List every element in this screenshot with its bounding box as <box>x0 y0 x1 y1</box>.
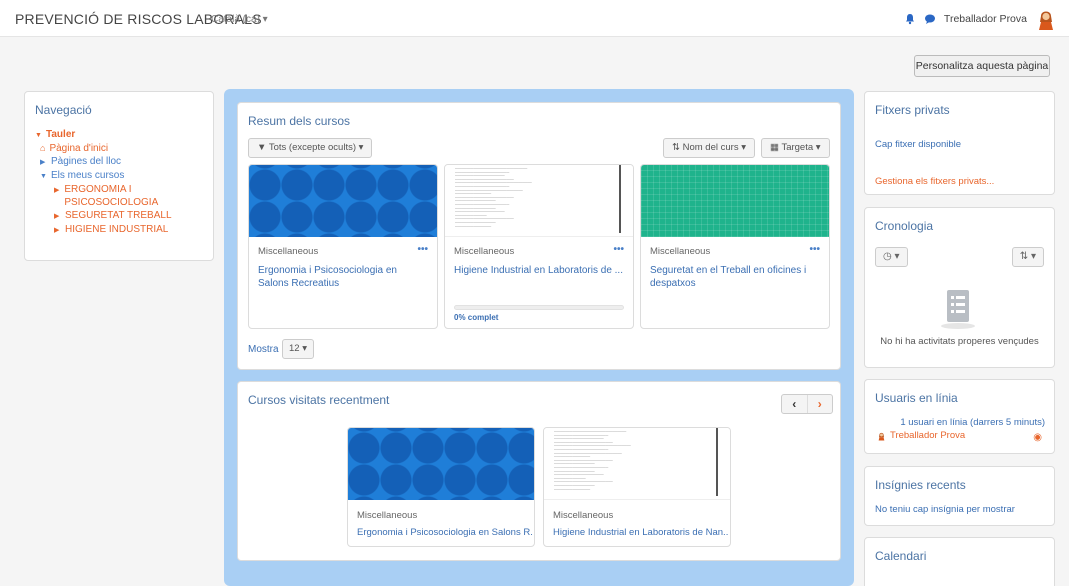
course-name-link[interactable]: Higiene Industrial en Laboratoris de Nan… <box>553 527 729 538</box>
username[interactable]: Treballador Prova <box>944 13 1027 25</box>
course-card[interactable]: ──────────────────────────────── ────────… <box>444 164 634 329</box>
filter-icon: ▼ <box>257 142 267 153</box>
online-user-item[interactable]: Treballador Prova <box>877 430 965 441</box>
more-options-icon[interactable]: ••• <box>613 244 624 255</box>
recent-courses-title: Cursos visitats recentment <box>248 393 390 407</box>
top-navbar: PREVENCIÓ DE RISCOS LABORALS Català (ca)… <box>0 0 1069 37</box>
recent-course-card[interactable]: ──────────────────────────────── ────────… <box>543 427 731 547</box>
timeline-empty-text: No hi ha activitats properes vençudes <box>880 336 1039 347</box>
course-name-link[interactable]: Higiene Industrial en Laboratoris de ... <box>454 264 624 277</box>
online-users-block: Usuaris en línia 1 usuari en línia (darr… <box>864 379 1055 454</box>
caret-right-icon: ▶ <box>40 159 46 166</box>
calendar-block: Calendari <box>864 537 1055 586</box>
course-overview-block: Resum dels cursos ▼ Tots (excepte ocults… <box>237 102 841 370</box>
calendar-title: Calendari <box>875 549 927 563</box>
caret-right-icon: ▶ <box>54 213 60 220</box>
nav-course-seguretat[interactable]: ▶ SEGURETAT TREBALL <box>35 209 213 223</box>
navigation-title: Navegació <box>35 103 92 117</box>
document-thumbnail: ──────────────────────────────── ────────… <box>455 166 532 228</box>
navigation-block: Navegació ▼ Tauler ⌂ Pàgina d'inici ▶ Pàgin… <box>24 91 214 261</box>
recent-courses-block: Cursos visitats recentment ‹ › Miscellan… <box>237 381 841 561</box>
user-menu-area: Treballador Prova <box>904 6 1057 32</box>
course-image[interactable]: ──────────────────────────────── ────────… <box>544 428 730 500</box>
timeline-title: Cronologia <box>875 219 934 233</box>
document-thumbnail: ──────────────────────────────── ────────… <box>554 429 631 491</box>
timeline-filter-dropdown[interactable]: ◷ ▾ <box>875 247 908 267</box>
navigation-tree: ▼ Tauler ⌂ Pàgina d'inici ▶ Pàgines del llo… <box>35 128 213 237</box>
nav-course-higiene[interactable]: ▶ HIGIENE INDUSTRIAL <box>35 223 213 237</box>
timeline-block: Cronologia ◷ ▾ ⇅ ▾ No hi ha activitats p… <box>864 207 1055 368</box>
messages-chat-icon[interactable] <box>924 13 936 25</box>
course-category: Miscellaneous <box>357 510 418 521</box>
clock-icon: ◷ <box>883 251 892 262</box>
recent-course-card[interactable]: Miscellaneous Ergonomia i Psicosociologi… <box>347 427 535 547</box>
nav-my-courses[interactable]: ▼ Els meus cursos <box>35 169 213 183</box>
no-files-text: Cap fitxer disponible <box>875 139 962 150</box>
notifications-bell-icon[interactable] <box>904 13 916 25</box>
course-card[interactable]: Miscellaneous ••• Ergonomia i Psicosocio… <box>248 164 438 329</box>
grid-icon: ▦ <box>770 142 779 153</box>
home-icon: ⌂ <box>40 143 46 153</box>
online-users-count: 1 usuari en línia (darrers 5 minuts) <box>900 417 1045 428</box>
more-options-icon[interactable]: ••• <box>417 244 428 255</box>
language-selector[interactable]: Català (ca) ▾ <box>211 14 268 25</box>
caret-right-icon: ▶ <box>54 187 60 194</box>
caret-down-icon: ▼ <box>35 132 42 139</box>
user-avatar-icon[interactable] <box>1035 7 1057 31</box>
no-badges-text: No teniu cap insígnia per mostrar <box>875 504 1015 515</box>
empty-list-icon <box>941 290 975 329</box>
customize-page-button[interactable]: Personalitza aquesta pàgina <box>914 55 1050 77</box>
course-category: Miscellaneous <box>553 510 614 521</box>
nav-site-pages[interactable]: ▶ Pàgines del lloc <box>35 155 213 169</box>
sort-icon: ⇅ <box>672 142 680 153</box>
caret-right-icon: ▶ <box>54 227 60 234</box>
manage-files-link[interactable]: Gestiona els fitxers privats... <box>875 176 994 187</box>
recent-badges-block: Insígnies recents No teniu cap insígnia … <box>864 466 1055 526</box>
view-mode-dropdown[interactable]: ▦ Targeta ▾ <box>761 138 830 158</box>
course-progress-label: 0% complet <box>454 313 499 322</box>
course-name-link[interactable]: Ergonomia i Psicosociologia en Salons R.… <box>357 527 533 538</box>
document-scrollbar <box>716 428 718 496</box>
chevron-left-icon[interactable]: ‹ <box>782 395 808 413</box>
course-image[interactable] <box>249 165 437 237</box>
course-name-link[interactable]: Ergonomia i Psicosociologia en Salons Re… <box>258 264 428 290</box>
eye-icon[interactable]: ◉ <box>1033 432 1042 443</box>
course-image[interactable] <box>348 428 534 500</box>
paging-label: Mostra <box>248 344 279 355</box>
course-category: Miscellaneous <box>454 246 515 257</box>
more-options-icon[interactable]: ••• <box>809 244 820 255</box>
caret-down-icon: ▼ <box>40 173 47 180</box>
nav-course-ergonomia[interactable]: ▶ ERGONOMIA I PSICOSOCIOLOGIA <box>35 183 213 209</box>
recent-pager: ‹ › <box>781 394 833 414</box>
chevron-right-icon[interactable]: › <box>808 395 833 413</box>
private-files-block: Fitxers privats Cap fitxer disponible Ge… <box>864 91 1055 195</box>
course-category: Miscellaneous <box>258 246 319 257</box>
course-progress-bar <box>454 305 624 310</box>
course-overview-title: Resum dels cursos <box>248 114 351 128</box>
user-avatar-icon <box>878 432 885 440</box>
nav-home[interactable]: ⌂ Pàgina d'inici <box>35 142 213 155</box>
course-image[interactable]: ──────────────────────────────── ────────… <box>445 165 633 237</box>
course-filter-dropdown[interactable]: ▼ Tots (excepte ocults) ▾ <box>248 138 373 158</box>
course-image[interactable] <box>641 165 829 237</box>
sort-dropdown[interactable]: ⇅ Nom del curs ▾ <box>663 138 755 158</box>
course-card[interactable]: Miscellaneous ••• Seguretat en el Trebal… <box>640 164 830 329</box>
paging-size-dropdown[interactable]: 12 ▾ <box>282 339 314 359</box>
recent-badges-title: Insígnies recents <box>875 478 966 492</box>
document-scrollbar <box>619 165 621 233</box>
private-files-title: Fitxers privats <box>875 103 950 117</box>
course-category: Miscellaneous <box>650 246 711 257</box>
timeline-sort-dropdown[interactable]: ⇅ ▾ <box>1011 247 1044 267</box>
online-users-title: Usuaris en línia <box>875 391 958 405</box>
sort-icon: ⇅ <box>1019 251 1029 262</box>
course-name-link[interactable]: Seguretat en el Treball en oficines i de… <box>650 264 820 290</box>
nav-dashboard[interactable]: ▼ Tauler <box>35 128 213 142</box>
